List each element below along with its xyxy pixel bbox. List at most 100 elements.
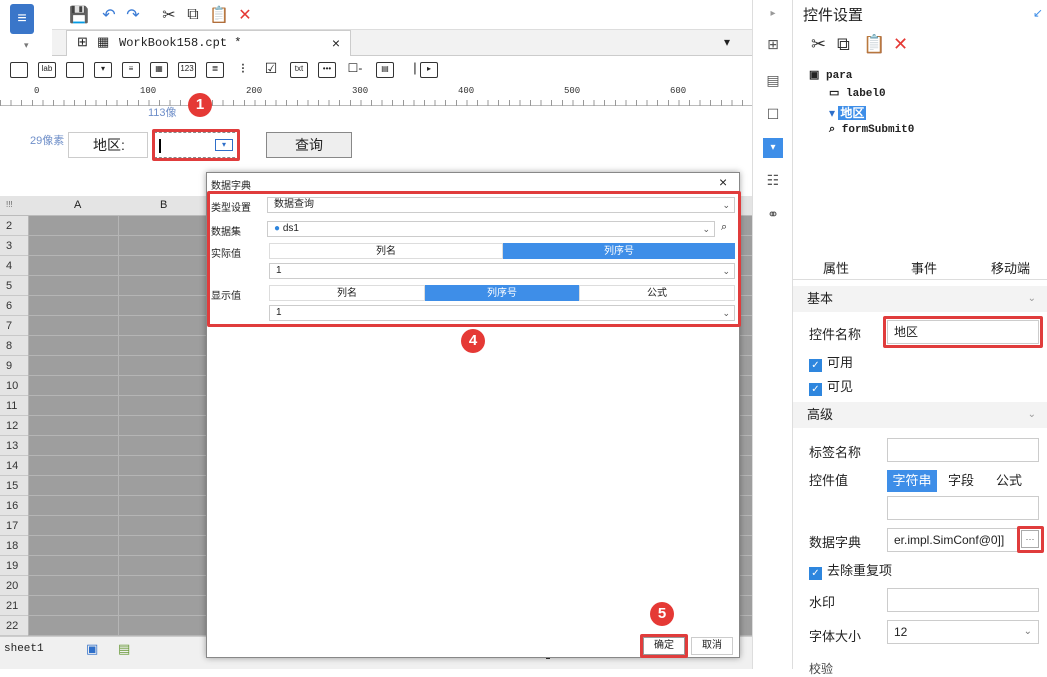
ruler-tick: 500 <box>564 86 581 96</box>
tree-item-region[interactable]: ▾ 地区 <box>829 104 867 121</box>
column-a-header[interactable]: A <box>74 199 81 211</box>
widget-check-icon[interactable]: ☑ <box>262 61 280 78</box>
save-icon[interactable]: 💾 <box>68 4 90 26</box>
row-header[interactable]: 20 <box>0 576 28 596</box>
row-header[interactable]: 2 <box>0 216 28 236</box>
sheet-tab[interactable]: sheet1 <box>4 643 44 655</box>
dialog-close-icon[interactable]: × <box>719 174 727 190</box>
copy-icon[interactable]: ⧉ <box>837 34 850 55</box>
font-size-select[interactable]: 12 ⌄ <box>887 620 1039 644</box>
app-logo-icon[interactable]: ≡ <box>10 4 34 34</box>
value-seg-string[interactable]: 字符串 <box>887 470 937 492</box>
add-sheet-icon[interactable]: ▣ <box>86 641 98 657</box>
grid-line <box>118 216 119 636</box>
query-button[interactable]: 查询 <box>266 132 352 158</box>
paste-icon[interactable]: 📋 <box>208 4 230 26</box>
row-header[interactable]: 14 <box>0 456 28 476</box>
row-header[interactable]: 16 <box>0 496 28 516</box>
dedupe-checkbox[interactable]: ✓ 去除重复项 <box>809 560 892 580</box>
region-label-widget[interactable]: 地区: <box>68 132 148 158</box>
row-header[interactable]: 18 <box>0 536 28 556</box>
widget-label-icon[interactable]: lab <box>38 62 56 78</box>
undo-icon[interactable]: ↶ <box>98 4 120 26</box>
tab-attributes[interactable]: 属性 <box>823 258 849 277</box>
row-header[interactable]: 6 <box>0 296 28 316</box>
expand-icon[interactable]: ↙ <box>1033 6 1043 20</box>
cut-icon[interactable]: ✂ <box>158 4 180 26</box>
select-all-corner[interactable]: !!! <box>6 200 13 209</box>
cut-icon[interactable]: ✂ <box>811 34 826 55</box>
tree-root[interactable]: ▣ para <box>809 68 852 82</box>
widget-password-icon[interactable]: ••• <box>318 62 336 78</box>
row-header[interactable]: 21 <box>0 596 28 616</box>
tab-title: WorkBook158.cpt * <box>119 36 242 50</box>
tree-item-label0[interactable]: ▭ label0 <box>829 86 886 100</box>
ruler-tick: 0 <box>34 86 40 96</box>
value-seg-formula[interactable]: 公式 <box>989 470 1029 492</box>
data-dictionary-dialog: 数据字典 × 类型设置 数据查询 ⌄ 数据集 ● ds1 ⌄ ⌕ 实际值 列名 列序… <box>206 172 741 658</box>
widget-date-icon[interactable]: ▦ <box>150 62 168 78</box>
row-header[interactable]: 7 <box>0 316 28 336</box>
row-header[interactable]: 13 <box>0 436 28 456</box>
row-header[interactable]: 10 <box>0 376 28 396</box>
widget-combo-icon[interactable]: ▾ <box>94 62 112 78</box>
row-header[interactable]: 8 <box>0 336 28 356</box>
tab-workbook[interactable]: ⊞ ▦ WorkBook158.cpt * × <box>66 30 351 56</box>
widget-more-icon[interactable]: ▸ <box>420 62 438 78</box>
cell-element-icon[interactable]: ⊞ <box>763 36 783 56</box>
widget-number-icon[interactable]: 123 <box>178 62 196 78</box>
copy-icon[interactable]: ⧉ <box>182 4 204 26</box>
cell-attribute-icon[interactable]: ▤ <box>763 72 783 92</box>
paste-icon[interactable]: 📋 <box>863 34 885 55</box>
widget-radio-icon[interactable]: ⁝ <box>234 61 252 78</box>
row-header[interactable]: 12 <box>0 416 28 436</box>
widget-toggle-icon[interactable]: ☐- <box>346 62 364 78</box>
add-poly-sheet-icon[interactable]: ▤ <box>118 641 130 657</box>
row-header[interactable]: 22 <box>0 616 28 636</box>
highlight-box-2 <box>883 316 1043 348</box>
condition-icon[interactable]: ☷ <box>763 172 783 192</box>
row-header[interactable]: 11 <box>0 396 28 416</box>
tab-menu-icon[interactable]: ▾ <box>724 35 730 49</box>
widget-textbox-icon[interactable] <box>66 62 84 78</box>
row-header[interactable]: 5 <box>0 276 28 296</box>
row-header[interactable]: 17 <box>0 516 28 536</box>
section-advanced[interactable]: 高级 ⌄ <box>793 402 1047 428</box>
column-b-header[interactable]: B <box>160 199 167 211</box>
step-badge-5: 5 <box>650 602 674 626</box>
tab-events[interactable]: 事件 <box>911 258 937 277</box>
enabled-checkbox[interactable]: ✓ 可用 <box>809 352 853 372</box>
value-seg-field[interactable]: 字段 <box>941 470 981 492</box>
collapse-arrow-icon[interactable]: ▸ <box>763 8 783 28</box>
visible-checkbox[interactable]: ✓ 可见 <box>809 376 853 396</box>
tree-item-formsubmit[interactable]: ⌕ formSubmit0 <box>829 124 914 136</box>
redo-icon[interactable]: ↷ <box>122 4 144 26</box>
delete-icon[interactable]: ✕ <box>234 4 256 26</box>
expand-chevron-icon[interactable]: ▾ <box>24 40 29 51</box>
tag-name-input[interactable] <box>887 438 1039 462</box>
delete-icon[interactable]: ✕ <box>893 34 908 55</box>
watermark-input[interactable] <box>887 588 1039 612</box>
widget-value-input[interactable] <box>887 496 1039 520</box>
dialog-cancel-button[interactable]: 取消 <box>691 637 733 655</box>
widget-name-label: 控件名称 <box>809 327 862 342</box>
tab-close-icon[interactable]: × <box>332 31 340 55</box>
widget-text-icon[interactable]: txt <box>290 62 308 78</box>
row-header[interactable]: 19 <box>0 556 28 576</box>
float-element-icon[interactable]: ☐ <box>763 106 783 126</box>
widget-tree-icon[interactable]: ≣ <box>206 62 224 78</box>
widget-tree-combo-icon[interactable]: ▤ <box>376 62 394 78</box>
row-header[interactable]: 3 <box>0 236 28 256</box>
row-header[interactable]: 9 <box>0 356 28 376</box>
row-header[interactable]: 15 <box>0 476 28 496</box>
widget-list-icon[interactable]: ≡ <box>122 62 140 78</box>
hyperlink-icon[interactable]: ⚭ <box>763 206 783 226</box>
widget-frame-icon[interactable] <box>10 62 28 78</box>
tab-mobile[interactable]: 移动端 <box>991 258 1030 277</box>
row-header[interactable]: 4 <box>0 256 28 276</box>
tree-item-label: label0 <box>846 88 886 100</box>
data-dictionary-input[interactable]: er.impl.SimConf@0]] <box>887 528 1019 552</box>
widget-settings-icon[interactable]: ▾ <box>763 138 783 158</box>
section-basic[interactable]: 基本 ⌄ <box>793 286 1047 312</box>
right-icon-strip: ▸ ⊞ ▤ ☐ ▾ ☷ ⚭ <box>752 0 792 669</box>
